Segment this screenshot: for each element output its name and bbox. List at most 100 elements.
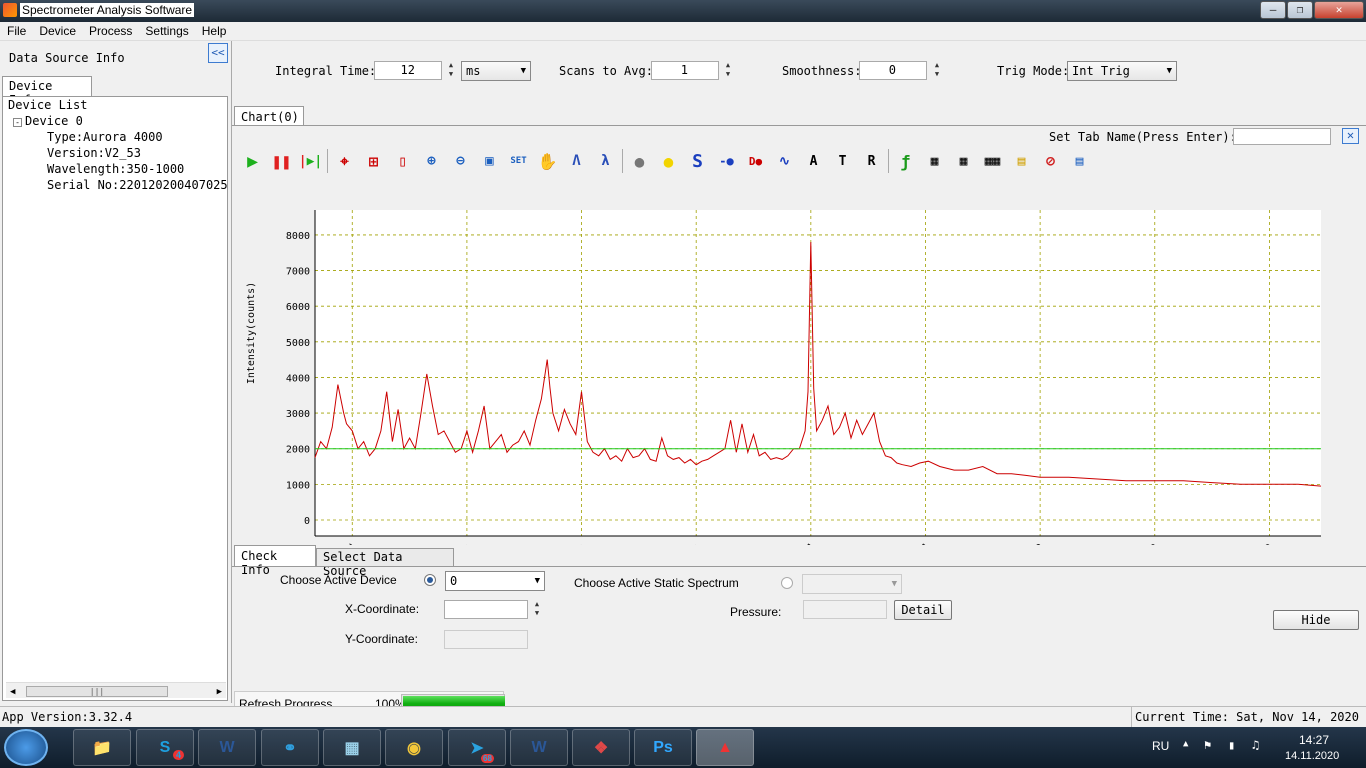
save-all-icon[interactable]: ▦▦ — [978, 149, 1007, 173]
tree-root[interactable]: Device List — [3, 97, 227, 113]
start-button[interactable] — [4, 729, 48, 766]
menu-help[interactable]: Help — [195, 22, 233, 38]
crosshair-icon[interactable]: ⌖ — [330, 149, 359, 173]
close-window-button[interactable]: ✕ — [1314, 1, 1364, 19]
dragon-task-icon[interactable]: ❖ — [572, 729, 630, 766]
scroll-left-icon[interactable]: ◀ — [10, 684, 15, 700]
dark-d-icon[interactable]: D● — [741, 149, 770, 173]
smoothness-spinner[interactable]: ▲ ▼ — [932, 61, 942, 81]
telegram-task-icon[interactable]: ➤ 68 — [448, 729, 506, 766]
zoom-out-icon[interactable]: ⊖ — [446, 149, 475, 173]
pause-icon[interactable]: ❚❚ — [267, 149, 296, 173]
collapse-node-icon[interactable]: - — [13, 118, 22, 127]
grid-cursor-icon[interactable]: ⊞ — [359, 149, 388, 173]
trig-mode-select[interactable]: Int Trig ▼ — [1067, 61, 1177, 81]
clear-icon[interactable]: ⊘ — [1036, 149, 1065, 173]
curve-fit-icon[interactable]: ƒ — [891, 149, 920, 173]
x-coordinate-input[interactable] — [444, 600, 528, 619]
static-spectrum-select[interactable]: ▼ — [802, 574, 902, 594]
peak-mark-icon[interactable]: Λ — [562, 149, 591, 173]
smoothness-input[interactable]: 0 — [859, 61, 927, 80]
x-coordinate-spinner[interactable]: ▲ ▼ — [532, 600, 542, 620]
scans-spinner[interactable]: ▲ ▼ — [723, 61, 733, 81]
tree-prop-version[interactable]: Version:V2_53 — [3, 145, 227, 161]
y-axis-label: Intensity(counts) — [246, 282, 257, 384]
collapse-panel-button[interactable]: << — [208, 43, 228, 63]
spectrometer-task-icon[interactable]: ▲ — [696, 729, 754, 766]
tree-prop-serial[interactable]: Serial No:2201202004070253 — [3, 177, 227, 193]
peak-find-icon[interactable]: λ — [591, 149, 620, 173]
close-tab-button[interactable]: ✕ — [1342, 128, 1359, 144]
open-file-icon[interactable]: ▤ — [1007, 149, 1036, 173]
spectrum-chart[interactable]: 0100020003000400050006000700080003604004… — [232, 210, 1342, 545]
y-coordinate-label: Y-Coordinate: — [345, 632, 418, 646]
notes-task-icon[interactable]: ▦ — [323, 729, 381, 766]
language-indicator[interactable]: RU — [1152, 739, 1169, 753]
light-bulb-icon[interactable]: ● — [654, 149, 683, 173]
subtract-dark-icon[interactable]: -● — [712, 149, 741, 173]
menu-file[interactable]: File — [0, 22, 32, 38]
time-unit-select[interactable]: ms ▼ — [461, 61, 531, 81]
tab-select-data-source[interactable]: Select Data Source — [316, 548, 454, 578]
static-spectrum-radio[interactable] — [781, 577, 793, 589]
zoom-in-icon[interactable]: ⊕ — [417, 149, 446, 173]
maximize-button[interactable]: ❐ — [1287, 1, 1313, 19]
menu-device[interactable]: Device — [32, 22, 82, 38]
dark-bulb-icon[interactable]: ● — [625, 149, 654, 173]
tree-prop-type[interactable]: Type:Aurora 4000 — [3, 129, 227, 145]
tree-device-node[interactable]: - Device 0 — [3, 113, 227, 129]
range-cursor-icon[interactable]: ▯ — [388, 149, 417, 173]
integral-time-spinner[interactable]: ▲ ▼ — [446, 61, 456, 81]
device-icon[interactable]: ▮ — [1228, 738, 1235, 752]
chrome-task-icon[interactable]: ◉ — [385, 729, 443, 766]
y-coordinate-input — [444, 630, 528, 649]
start-icon[interactable]: ▶ — [238, 149, 267, 173]
photoshop-task-icon[interactable]: Ps — [634, 729, 692, 766]
pan-hand-icon[interactable]: ✋ — [533, 149, 562, 173]
word2-task-icon[interactable]: W — [510, 729, 568, 766]
clock-date[interactable]: 14.11.2020 — [1285, 750, 1339, 762]
active-device-select[interactable]: 0 ▼ — [445, 571, 545, 591]
plot-area — [315, 210, 1321, 536]
save-chart-icon[interactable]: ▦ — [920, 149, 949, 173]
integral-time-input[interactable]: 12 — [374, 61, 442, 80]
scroll-thumb[interactable]: ||| — [26, 686, 168, 697]
overlay-icon[interactable]: ▤ — [1065, 149, 1094, 173]
smoothness-label: Smoothness: — [782, 64, 862, 78]
skype-task-icon[interactable]: S4 — [136, 729, 194, 766]
reflectance-icon[interactable]: R — [857, 149, 886, 173]
menu-process[interactable]: Process — [82, 22, 138, 38]
word-task-icon[interactable]: W — [198, 729, 256, 766]
tab-chart[interactable]: Chart(0) — [234, 106, 304, 127]
active-device-radio[interactable] — [424, 574, 436, 586]
transmittance-icon[interactable]: T — [828, 149, 857, 173]
scroll-right-icon[interactable]: ▶ — [217, 684, 222, 700]
status-bar: App Version:3.32.4 Current Time: Sat, No… — [0, 706, 1366, 727]
chevron-down-icon: ▼ — [520, 66, 526, 76]
flag-icon[interactable]: ⚑ — [1204, 738, 1211, 752]
data-source-panel: Data Source Info << Device Info Device L… — [0, 41, 231, 703]
pressure-label: Pressure: — [730, 605, 782, 619]
detail-button[interactable]: Detail — [894, 600, 952, 620]
menu-settings[interactable]: Settings — [138, 22, 194, 38]
volume-icon[interactable]: ♫ — [1252, 738, 1259, 752]
explorer-task-icon[interactable]: 📁 — [73, 729, 131, 766]
horizontal-scrollbar[interactable]: ◀ ||| ▶ — [6, 682, 226, 698]
zoom-fit-icon[interactable]: ▣ — [475, 149, 504, 173]
tab-name-input[interactable] — [1233, 128, 1331, 145]
chevron-down-icon: ▼ — [891, 579, 897, 589]
save-data-icon[interactable]: ▦ — [949, 149, 978, 173]
tray-expand-icon[interactable]: ▲ — [1183, 739, 1188, 749]
tab-device-info[interactable]: Device Info — [2, 76, 92, 107]
zoom-set-icon[interactable]: SET — [504, 149, 533, 173]
save-reference-icon[interactable]: S — [683, 149, 712, 173]
clock-time[interactable]: 14:27 — [1299, 733, 1329, 747]
minimize-button[interactable]: – — [1260, 1, 1286, 19]
spectrum-icon[interactable]: ∿ — [770, 149, 799, 173]
tab-check-info[interactable]: Check Info — [234, 545, 316, 577]
absorbance-icon[interactable]: A — [799, 149, 828, 173]
scans-input[interactable]: 1 — [651, 61, 719, 80]
edge-task-icon[interactable]: ⚭ — [261, 729, 319, 766]
single-scan-icon[interactable]: | ▶| — [296, 149, 325, 173]
tree-prop-wavelength[interactable]: Wavelength:350-1000 — [3, 161, 227, 177]
